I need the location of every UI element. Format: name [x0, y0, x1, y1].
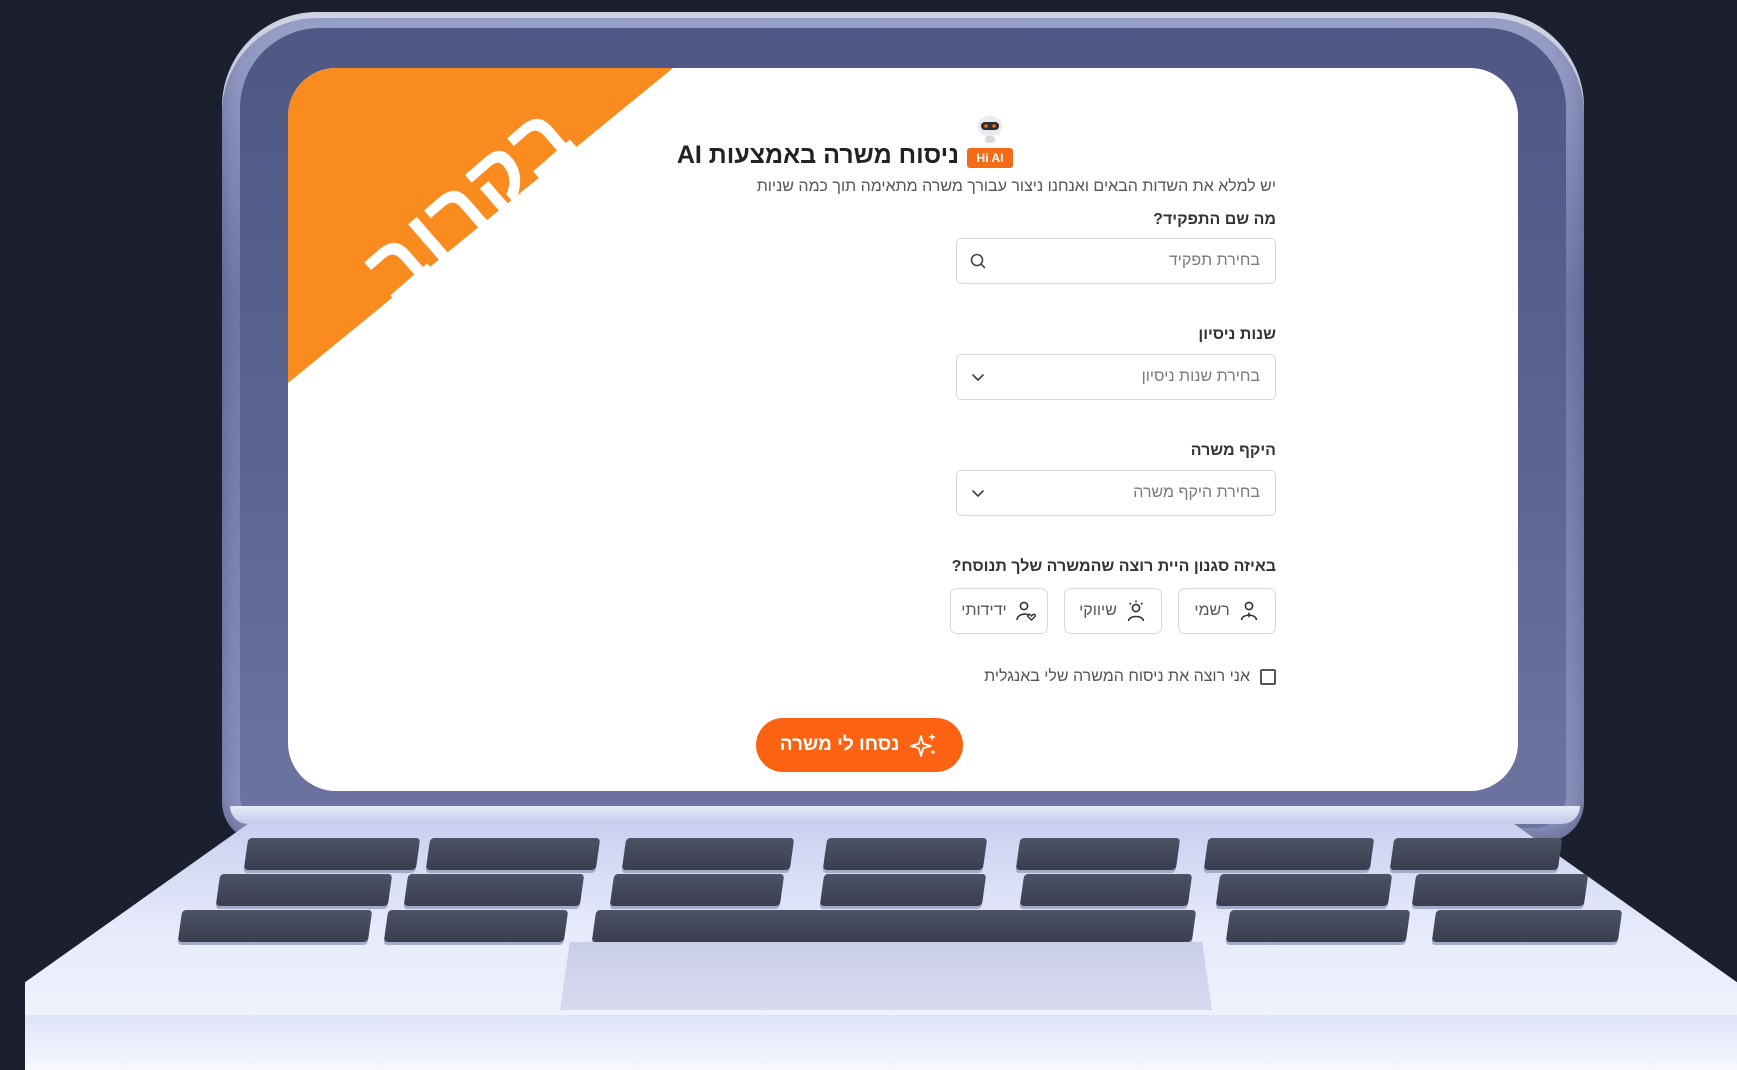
style-option-label: ידידותי — [961, 602, 1007, 619]
key — [1225, 910, 1411, 942]
robot-icon — [978, 116, 1002, 143]
style-options: רשמי שיווקי ידידותי — [950, 588, 1276, 634]
experience-placeholder: בחירת שנות ניסיון — [1141, 368, 1260, 385]
hi-ai-badge: Hi AI — [967, 148, 1013, 168]
search-icon — [970, 253, 986, 269]
style-option-friendly[interactable]: ידידותי — [950, 588, 1048, 634]
experience-label: שנות ניסיון — [1198, 326, 1276, 343]
style-option-label: רשמי — [1194, 602, 1230, 619]
key — [383, 910, 569, 942]
english-checkbox-label: אני רוצה את ניסוח המשרה שלי באנגלית — [984, 668, 1250, 685]
role-placeholder: בחירת תפקיד — [1168, 252, 1260, 269]
key — [609, 874, 785, 906]
scope-select[interactable]: בחירת היקף משרה — [956, 470, 1276, 516]
hi-ai-logo: Hi AI — [967, 114, 1013, 170]
page-title: ניסוח משרה באמצעות AI — [676, 141, 959, 169]
header: Hi AI ניסוח משרה באמצעות AI — [677, 114, 1013, 170]
key — [621, 838, 795, 870]
style-option-formal[interactable]: רשמי — [1178, 588, 1276, 634]
experience-select[interactable]: בחירת שנות ניסיון — [956, 354, 1276, 400]
key — [215, 874, 393, 906]
style-option-marketing[interactable]: שיווקי — [1064, 588, 1162, 634]
role-label: מה שם התפקיד? — [1153, 211, 1276, 228]
key — [1431, 910, 1623, 942]
intro-text: יש למלא את השדות הבאים ואנחנו ניצור עבור… — [756, 178, 1276, 195]
person-heart-icon — [1015, 601, 1036, 621]
chevron-down-icon — [972, 374, 984, 381]
chevron-down-icon — [972, 490, 984, 497]
key — [425, 838, 601, 870]
english-option[interactable]: אני רוצה את ניסוח המשרה שלי באנגלית — [984, 668, 1276, 686]
key — [1215, 874, 1393, 906]
key — [403, 874, 585, 906]
laptop-base-rim — [25, 1015, 1737, 1070]
touchpad — [560, 942, 1212, 1010]
scope-placeholder: בחירת היקף משרה — [1133, 484, 1260, 501]
person-formal-icon — [1240, 601, 1257, 621]
screen: בקרוב Hi AI ניסוח משרה באמצעות AI יש למל… — [288, 68, 1518, 791]
laptop-hinge — [230, 806, 1580, 824]
key — [243, 838, 421, 870]
spacebar — [591, 910, 1197, 942]
person-marketing-icon — [1127, 600, 1145, 622]
scope-label: היקף משרה — [1190, 442, 1276, 459]
generate-job-button-label: נסחו לי משרה — [779, 734, 900, 755]
english-checkbox[interactable] — [1260, 669, 1276, 685]
role-search-input[interactable]: בחירת תפקיד — [956, 238, 1276, 284]
sparkles-icon — [910, 733, 937, 757]
key — [1015, 838, 1181, 870]
style-option-label: שיווקי — [1079, 602, 1117, 619]
key — [1203, 838, 1375, 870]
key — [1389, 838, 1563, 870]
key — [822, 838, 988, 870]
generate-job-button[interactable]: נסחו לי משרה — [756, 718, 963, 772]
key — [1411, 874, 1589, 906]
key — [819, 874, 987, 906]
style-label: באיזה סגנון היית רוצה שהמשרה שלך תנוסח? — [951, 558, 1276, 575]
key — [1019, 874, 1193, 906]
key — [177, 910, 373, 942]
job-ai-form: Hi AI ניסוח משרה באמצעות AI יש למלא את ה… — [288, 68, 1518, 791]
